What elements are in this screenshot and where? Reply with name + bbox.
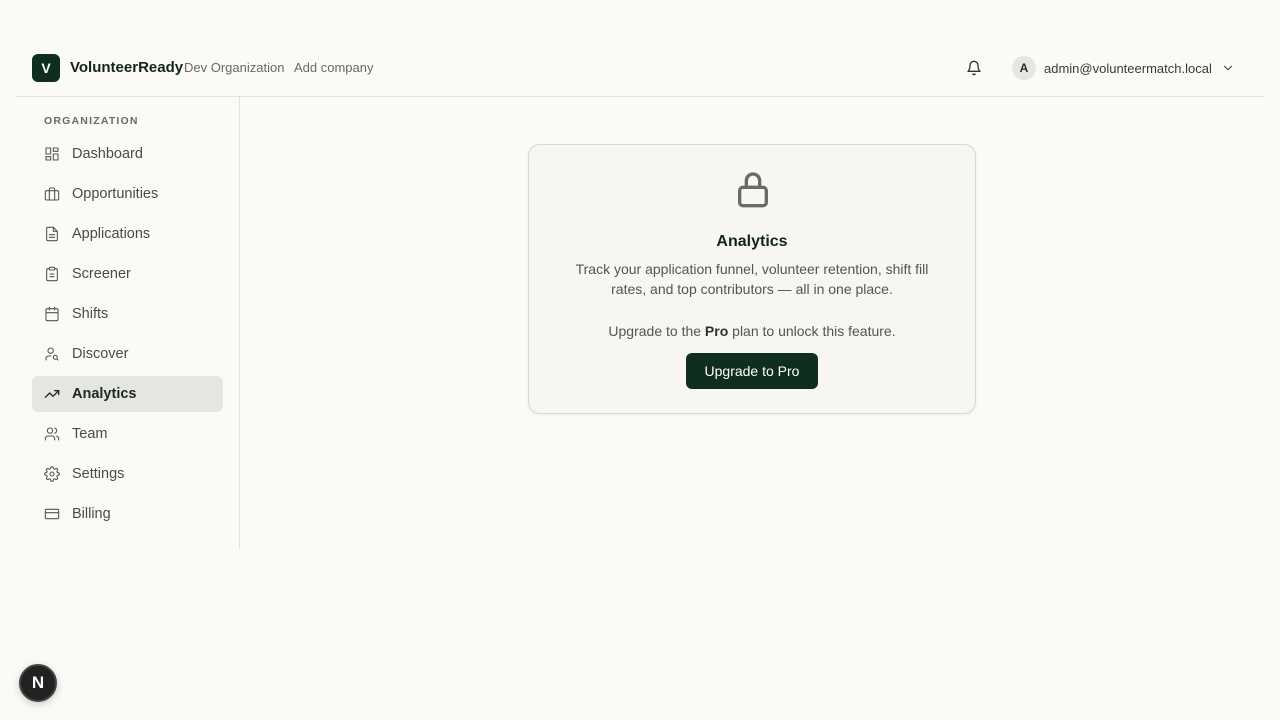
user-email: admin@volunteermatch.local: [1044, 60, 1212, 76]
sidebar-item-label: Applications: [72, 226, 151, 242]
sidebar-item-team[interactable]: Team: [32, 416, 223, 452]
upgrade-to-pro-button[interactable]: Upgrade to Pro: [686, 353, 818, 389]
plan-name: Pro: [704, 323, 729, 339]
logo[interactable]: V: [32, 54, 60, 82]
sidebar-item-dashboard[interactable]: Dashboard: [32, 136, 223, 172]
sidebar-item-screener[interactable]: Screener: [32, 256, 223, 292]
card-description: Track your application funnel, volunteer…: [575, 261, 929, 297]
user-menu-button[interactable]: A admin@volunteermatch.local: [1012, 54, 1236, 82]
organization-name: Dev Organization: [184, 60, 285, 75]
upgrade-prefix: Upgrade to the: [608, 323, 705, 339]
clipboard-icon: [44, 266, 60, 282]
file-text-icon: [44, 226, 60, 242]
sidebar-item-label: Billing: [72, 506, 111, 522]
sidebar-section-label: ORGANIZATION: [44, 115, 139, 127]
dashboard-icon: [44, 146, 60, 162]
sidebar-item-label: Shifts: [72, 306, 109, 322]
user-search-icon: [44, 346, 60, 362]
gear-icon: [44, 466, 60, 482]
sidebar-item-settings[interactable]: Settings: [32, 456, 223, 492]
avatar: A: [1012, 56, 1036, 80]
sidebar-item-label: Screener: [72, 266, 131, 282]
top-header: V VolunteerReady Dev Organization Add co…: [16, 38, 1264, 97]
sidebar-item-label: Analytics: [72, 386, 137, 402]
sidebar-item-opportunities[interactable]: Opportunities: [32, 176, 223, 212]
sidebar-item-discover[interactable]: Discover: [32, 336, 223, 372]
brand-name[interactable]: VolunteerReady: [70, 59, 183, 76]
locked-feature-card: Analytics Track your application funnel,…: [528, 144, 976, 414]
briefcase-icon: [44, 186, 60, 202]
chevron-down-icon: [1220, 60, 1236, 76]
sidebar-item-label: Settings: [72, 466, 125, 482]
sidebar-item-label: Discover: [72, 346, 129, 362]
users-icon: [44, 426, 60, 442]
credit-card-icon: [44, 506, 60, 522]
calendar-icon: [44, 306, 60, 322]
upgrade-suffix: plan to unlock this feature.: [728, 323, 896, 339]
sidebar-item-applications[interactable]: Applications: [32, 216, 223, 252]
sidebar-item-shifts[interactable]: Shifts: [32, 296, 223, 332]
sidebar-nav: Dashboard Opportunities Applications Scr…: [32, 136, 223, 536]
sidebar: ORGANIZATION Dashboard Opportunities App…: [16, 97, 240, 548]
sidebar-item-label: Dashboard: [72, 146, 143, 162]
card-title: Analytics: [716, 233, 788, 250]
trending-up-icon: [44, 386, 60, 402]
lock-icon: [733, 169, 773, 209]
sidebar-item-label: Opportunities: [72, 186, 159, 202]
dev-tools-badge[interactable]: N: [19, 664, 57, 702]
sidebar-item-billing[interactable]: Billing: [32, 496, 223, 532]
bell-icon[interactable]: [964, 58, 984, 78]
add-company-link[interactable]: Add company: [294, 60, 374, 75]
sidebar-item-analytics[interactable]: Analytics: [32, 376, 223, 412]
sidebar-item-label: Team: [72, 426, 108, 442]
upgrade-message: Upgrade to the Pro plan to unlock this f…: [529, 323, 975, 339]
